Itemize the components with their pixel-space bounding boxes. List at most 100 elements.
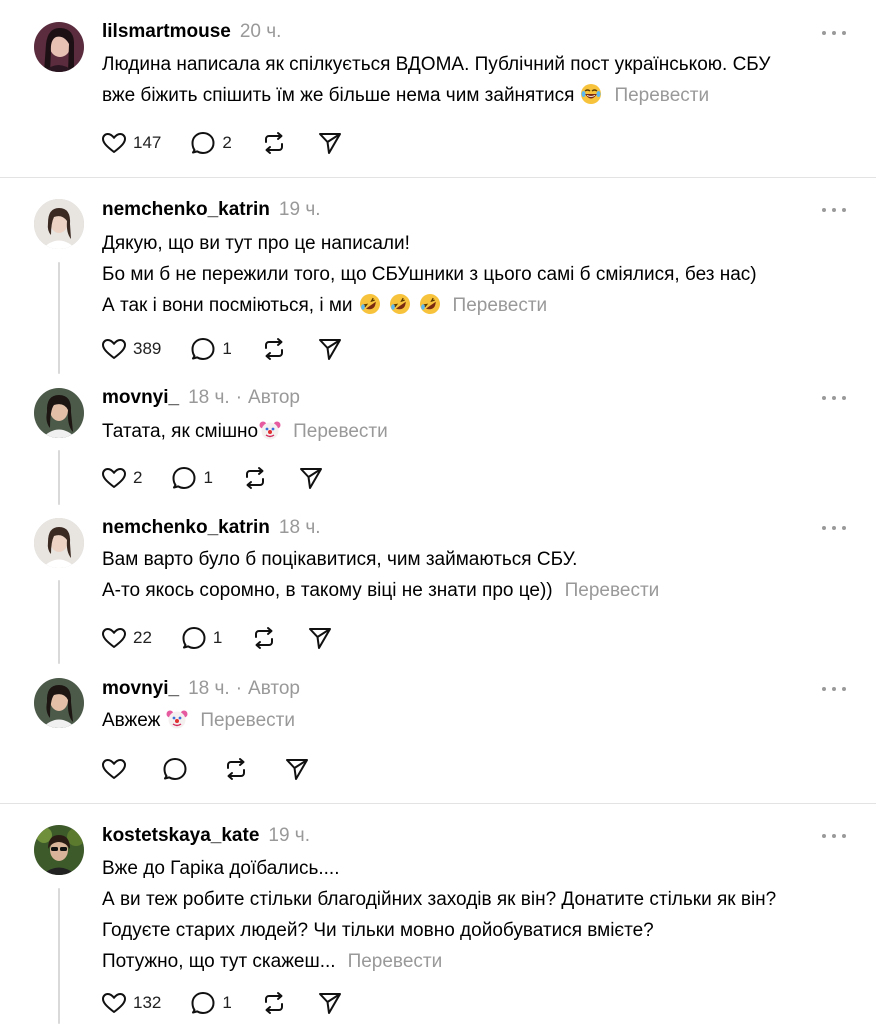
avatar[interactable] (34, 518, 84, 568)
post-divider (0, 803, 876, 804)
text-line-with-translate: Потужно, що тут скажеш... Перевести (102, 946, 856, 977)
username[interactable]: movnyi_ (102, 678, 179, 700)
like-button[interactable]: 22 (100, 624, 152, 652)
thread-line (58, 888, 60, 1024)
avatar[interactable] (34, 199, 84, 249)
share-button[interactable] (306, 624, 334, 652)
username[interactable]: nemchenko_katrin (102, 517, 270, 539)
timestamp[interactable]: 19 ч. (279, 199, 321, 221)
more-dot (842, 687, 846, 691)
avatar[interactable] (34, 22, 84, 72)
more-options-button[interactable] (822, 204, 846, 216)
text-line-with-emoji: Авжеж Перевести (102, 705, 856, 736)
more-dots-icon (822, 687, 826, 691)
more-dot (842, 396, 846, 400)
reply-button[interactable]: 1 (180, 624, 222, 652)
reply-button[interactable]: 1 (189, 989, 232, 1017)
repost-button[interactable] (260, 335, 288, 363)
like-count: 389 (133, 339, 162, 358)
text-line: Годуєте старих людей? Чи тільки мовно до… (102, 920, 654, 941)
send-paper-plane-icon (286, 759, 308, 780)
post-text: Дякую, що ви тут про це написали! Бо ми … (102, 228, 856, 321)
translate-link[interactable]: Перевести (453, 295, 548, 316)
face-with-tears-of-joy-icon (580, 83, 602, 105)
timestamp[interactable]: 19 ч. (268, 825, 310, 847)
rolling-on-floor-laughing-icon (359, 293, 381, 315)
repost-button[interactable] (250, 624, 278, 652)
username[interactable]: nemchenko_katrin (102, 199, 270, 221)
text-line-with-emoji: А так і вони посміються, і ми Перевести (102, 290, 856, 321)
more-dot (842, 31, 846, 35)
more-options-button[interactable] (822, 830, 846, 842)
timestamp[interactable]: 18 ч. (188, 678, 230, 700)
text-line: А-то якось соромно, в такому віці не зна… (102, 580, 553, 601)
repost-button[interactable] (241, 464, 269, 492)
post-header: movnyi_ 18 ч. · Автор (102, 385, 300, 411)
like-button[interactable]: 132 (100, 989, 161, 1017)
like-count: 132 (133, 993, 162, 1012)
heart-icon (102, 468, 126, 488)
comment-bubble-icon (191, 992, 215, 1014)
repost-arrows-icon (227, 758, 245, 780)
post-actions: 22 1 (100, 623, 362, 653)
avatar[interactable] (34, 825, 84, 875)
username[interactable]: lilsmartmouse (102, 21, 231, 43)
repost-arrows-icon (264, 338, 283, 360)
send-paper-plane-icon (318, 993, 341, 1014)
text-line: Вже до Гаріка доїбались.... (102, 858, 340, 879)
author-badge: Автор (248, 678, 300, 699)
reply-button[interactable]: 1 (189, 335, 232, 363)
like-button[interactable] (100, 755, 128, 783)
share-button[interactable] (297, 464, 325, 492)
like-button[interactable]: 147 (100, 129, 161, 157)
post-divider (0, 177, 876, 178)
timestamp[interactable]: 20 ч. (240, 21, 282, 43)
share-button[interactable] (283, 755, 311, 783)
comment-bubble-icon (191, 338, 215, 360)
translate-link[interactable]: Перевести (348, 951, 443, 972)
translate-link[interactable]: Перевести (200, 710, 295, 731)
reply-button[interactable]: 1 (170, 464, 213, 492)
translate-link[interactable]: Перевести (614, 85, 709, 106)
reply-button[interactable]: 2 (189, 129, 232, 157)
share-button[interactable] (316, 335, 344, 363)
timestamp[interactable]: 18 ч. (279, 517, 321, 539)
reply-button[interactable] (161, 755, 189, 783)
text-line: Вам варто було б поцікавитися, чим займа… (102, 549, 578, 570)
post-header: kostetskaya_kate 19 ч. (102, 823, 310, 849)
more-options-button[interactable] (822, 392, 846, 404)
post-text: Авжеж Перевести (102, 705, 856, 736)
text-line: Дякую, що ви тут про це написали! (102, 233, 410, 254)
author-badge: Автор (248, 387, 300, 408)
more-dots-icon (822, 396, 826, 400)
post-header: movnyi_ 18 ч. · Автор (102, 676, 300, 702)
avatar[interactable] (34, 678, 84, 728)
repost-button[interactable] (260, 989, 288, 1017)
repost-button[interactable] (222, 755, 250, 783)
avatar[interactable] (34, 388, 84, 438)
more-options-button[interactable] (822, 522, 846, 534)
comment-bubble-icon (182, 627, 206, 649)
thread-line (58, 450, 60, 505)
heart-icon (102, 993, 126, 1013)
like-button[interactable]: 389 (100, 335, 161, 363)
timestamp[interactable]: 18 ч. (188, 387, 230, 409)
more-options-button[interactable] (822, 27, 846, 39)
more-options-button[interactable] (822, 683, 846, 695)
text-line: Татата, як смішно (102, 421, 259, 442)
post-actions: 132 1 (100, 988, 372, 1018)
reply-count: 2 (222, 133, 232, 152)
repost-button[interactable] (260, 129, 288, 157)
like-button[interactable]: 2 (100, 464, 142, 492)
username[interactable]: kostetskaya_kate (102, 825, 259, 847)
translate-link[interactable]: Перевести (293, 421, 388, 442)
share-button[interactable] (316, 989, 344, 1017)
translate-link[interactable]: Перевести (565, 580, 660, 601)
heart-icon (102, 759, 126, 779)
like-count: 22 (133, 628, 152, 647)
send-paper-plane-icon (299, 468, 322, 489)
post-header: lilsmartmouse 20 ч. (102, 19, 281, 45)
share-button[interactable] (316, 129, 344, 157)
thread-line (58, 262, 60, 374)
username[interactable]: movnyi_ (102, 387, 179, 409)
